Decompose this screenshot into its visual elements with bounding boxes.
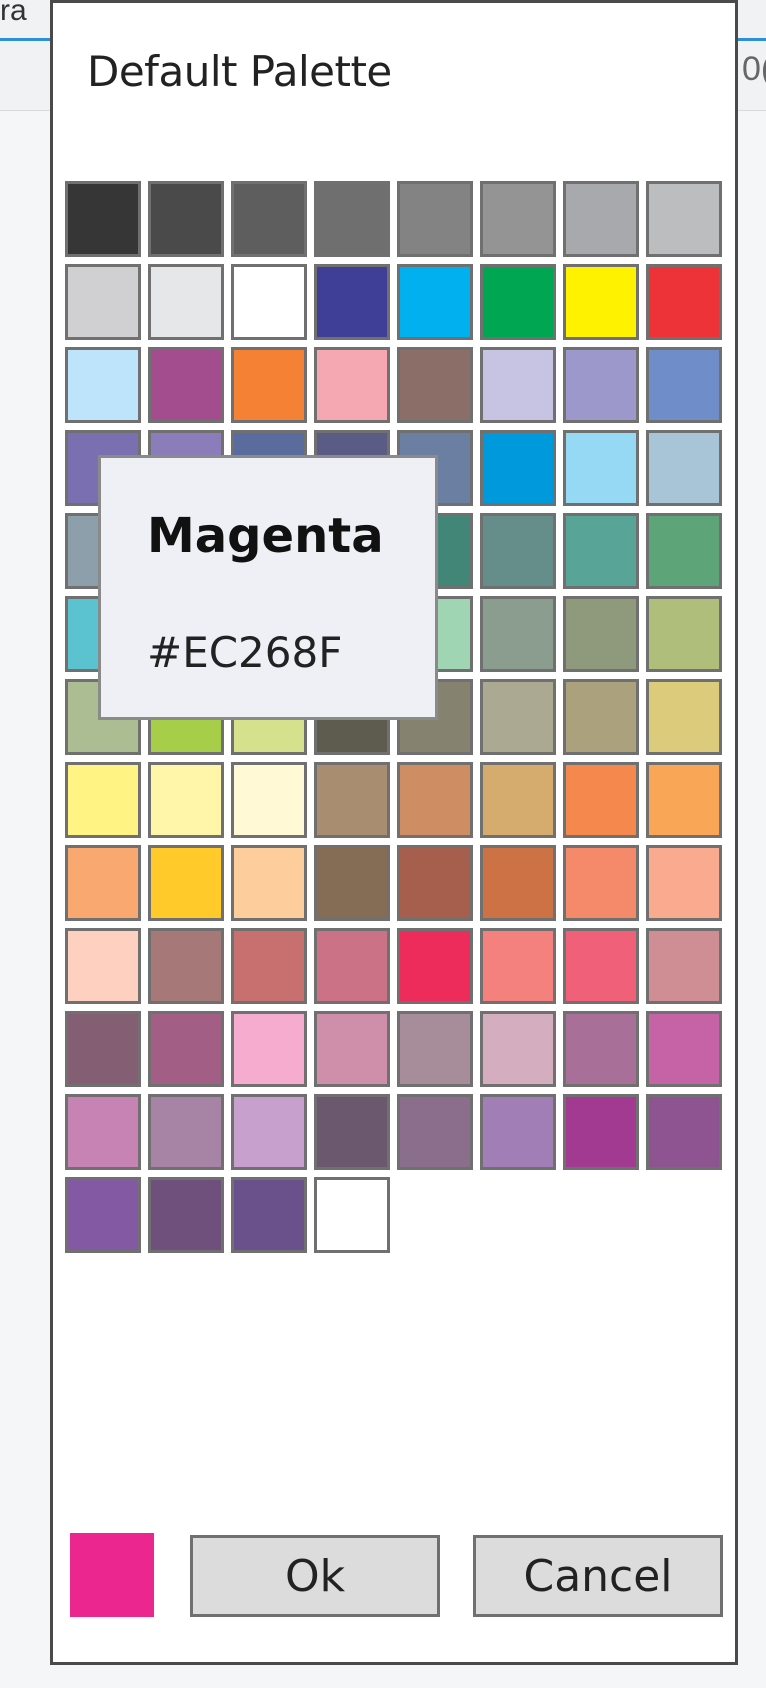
color-swatch[interactable] [563,679,639,755]
color-swatch[interactable] [480,596,556,672]
color-swatch[interactable] [480,845,556,921]
color-swatch[interactable] [314,347,390,423]
color-swatch[interactable] [231,845,307,921]
color-swatch[interactable] [563,513,639,589]
color-swatch[interactable] [397,1011,473,1087]
color-swatch[interactable] [480,430,556,506]
color-swatch[interactable] [65,264,141,340]
color-swatch[interactable] [148,845,224,921]
dialog-title: Default Palette [87,47,392,96]
color-swatch[interactable] [65,845,141,921]
color-swatch[interactable] [646,430,722,506]
cancel-button[interactable]: Cancel [473,1535,723,1617]
color-swatch[interactable] [646,1011,722,1087]
color-swatch[interactable] [231,928,307,1004]
color-swatch[interactable] [480,928,556,1004]
tooltip-color-hex: #EC268F [147,628,343,677]
color-swatch[interactable] [480,679,556,755]
color-swatch[interactable] [563,762,639,838]
color-swatch[interactable] [314,845,390,921]
color-swatch[interactable] [148,1177,224,1253]
color-swatch[interactable] [65,1094,141,1170]
color-swatch[interactable] [480,1011,556,1087]
color-swatch[interactable] [646,679,722,755]
color-swatch[interactable] [231,181,307,257]
color-swatch[interactable] [148,347,224,423]
color-swatch[interactable] [397,928,473,1004]
color-swatch[interactable] [148,1011,224,1087]
color-swatch[interactable] [231,1094,307,1170]
color-swatch[interactable] [563,347,639,423]
palette-dialog: Default Palette Magenta #EC268F Ok Cance… [50,0,738,1665]
color-swatch[interactable] [563,1011,639,1087]
color-tooltip: Magenta #EC268F [98,455,438,720]
color-swatch[interactable] [231,762,307,838]
color-swatch[interactable] [397,264,473,340]
color-swatch[interactable] [231,347,307,423]
color-swatch[interactable] [314,1177,390,1253]
color-swatch[interactable] [646,181,722,257]
color-swatch[interactable] [646,264,722,340]
background-text-fragment-left: ra [0,0,27,27]
color-swatch[interactable] [397,845,473,921]
color-swatch[interactable] [397,181,473,257]
color-swatch[interactable] [480,264,556,340]
color-swatch[interactable] [148,264,224,340]
color-swatch[interactable] [314,928,390,1004]
color-swatch[interactable] [65,181,141,257]
color-swatch[interactable] [314,1011,390,1087]
color-swatch[interactable] [480,1094,556,1170]
color-swatch[interactable] [646,596,722,672]
color-swatch[interactable] [148,1094,224,1170]
color-swatch[interactable] [563,1094,639,1170]
color-swatch[interactable] [397,347,473,423]
color-swatch[interactable] [646,762,722,838]
color-swatch[interactable] [646,513,722,589]
color-swatch[interactable] [148,928,224,1004]
color-swatch[interactable] [563,430,639,506]
color-swatch[interactable] [646,1094,722,1170]
tooltip-color-name: Magenta [147,508,384,564]
color-swatch[interactable] [397,762,473,838]
color-swatch[interactable] [646,347,722,423]
color-swatch[interactable] [480,762,556,838]
color-swatch[interactable] [646,928,722,1004]
color-swatch[interactable] [563,845,639,921]
color-swatch[interactable] [646,845,722,921]
color-swatch[interactable] [148,762,224,838]
color-swatch[interactable] [563,596,639,672]
color-swatch[interactable] [148,181,224,257]
color-swatch[interactable] [65,762,141,838]
color-swatch[interactable] [65,1011,141,1087]
ok-button[interactable]: Ok [190,1535,440,1617]
color-swatch[interactable] [314,762,390,838]
color-swatch[interactable] [231,264,307,340]
color-swatch[interactable] [231,1177,307,1253]
color-swatch[interactable] [65,1177,141,1253]
color-swatch[interactable] [563,264,639,340]
color-swatch[interactable] [231,1011,307,1087]
color-swatch[interactable] [397,1094,473,1170]
color-swatch[interactable] [563,181,639,257]
color-swatch[interactable] [314,181,390,257]
color-swatch[interactable] [480,181,556,257]
background-text-fragment-right: 0( [742,50,766,88]
color-swatch[interactable] [314,264,390,340]
color-swatch[interactable] [480,347,556,423]
color-swatch[interactable] [563,928,639,1004]
color-swatch[interactable] [65,347,141,423]
selected-color-preview [70,1533,154,1617]
color-swatch[interactable] [65,928,141,1004]
color-swatch[interactable] [480,513,556,589]
color-swatch[interactable] [314,1094,390,1170]
